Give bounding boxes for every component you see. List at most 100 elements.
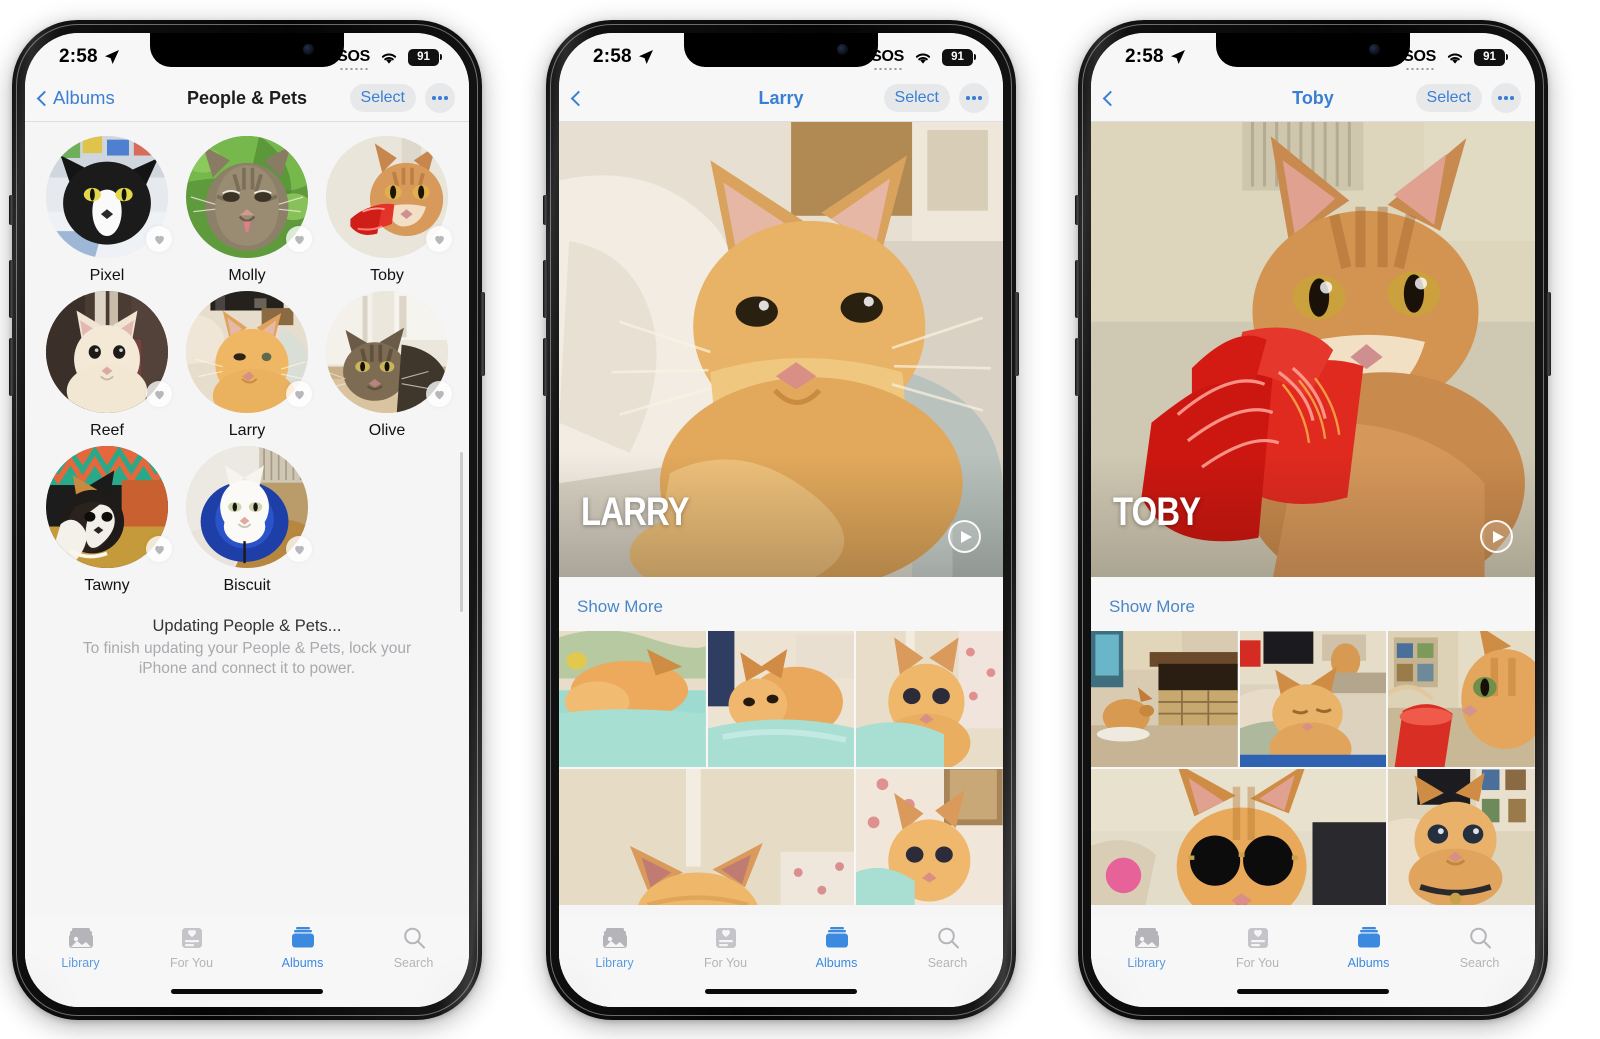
pet-item-larry[interactable]: Larry: [177, 291, 317, 440]
pet-name: Reef: [90, 422, 124, 439]
show-more-link[interactable]: Show More: [577, 597, 663, 616]
tab-label: For You: [1235, 956, 1280, 970]
more-options-button[interactable]: [425, 83, 455, 113]
scroll-indicator[interactable]: [459, 452, 463, 612]
photo-thumbnail[interactable]: [1091, 631, 1238, 767]
avatar-wrap: [46, 136, 172, 258]
status-time: 2:58: [1125, 46, 1164, 67]
tab-label: Library: [595, 956, 634, 970]
nav-actions: Select: [1415, 83, 1521, 113]
photo-thumbnail[interactable]: [1388, 631, 1535, 767]
volume-down-button[interactable]: [9, 338, 14, 396]
tab-library[interactable]: Library: [1091, 925, 1202, 970]
volume-up-button[interactable]: [543, 260, 548, 318]
grid-spacer: [317, 446, 457, 595]
pet-item-tawny[interactable]: Tawny: [37, 446, 177, 595]
pet-item-reef[interactable]: Reef: [37, 291, 177, 440]
tab-search[interactable]: Search: [1424, 925, 1535, 970]
photo-thumbnail[interactable]: [559, 769, 855, 905]
tab-library[interactable]: Library: [559, 925, 670, 970]
larry-body: LARRY Show More Library For You Albums S…: [559, 122, 1003, 1007]
back-button[interactable]: [570, 90, 587, 106]
more-options-button[interactable]: [1491, 83, 1521, 113]
tab-albums[interactable]: Albums: [1313, 925, 1424, 970]
power-button[interactable]: [1014, 292, 1019, 376]
volume-down-button[interactable]: [543, 338, 548, 396]
select-button[interactable]: Select: [883, 84, 950, 112]
tab-label: Search: [927, 956, 968, 970]
hero-photo[interactable]: LARRY: [559, 122, 1003, 577]
avatar-wrap: [186, 291, 312, 413]
favorite-badge[interactable]: [146, 381, 172, 407]
volume-up-button[interactable]: [9, 260, 14, 318]
back-button[interactable]: Albums: [36, 87, 115, 109]
power-button[interactable]: [1546, 292, 1551, 376]
front-camera-icon: [837, 44, 848, 55]
play-button[interactable]: [948, 520, 981, 553]
tab-for-you[interactable]: For You: [136, 925, 247, 970]
tab-albums[interactable]: Albums: [247, 925, 358, 970]
photo-thumbnail[interactable]: [1091, 769, 1387, 905]
nav-bar: Albums People & Pets Select: [25, 75, 469, 122]
dot-icon: [1504, 96, 1508, 100]
power-button[interactable]: [480, 292, 485, 376]
mute-switch[interactable]: [9, 195, 14, 225]
back-button[interactable]: [1102, 90, 1119, 106]
pet-item-olive[interactable]: Olive: [317, 291, 457, 440]
show-more-link[interactable]: Show More: [1109, 597, 1195, 616]
status-bar-left: 2:58: [593, 46, 654, 68]
dot-icon: [438, 96, 442, 100]
photo-thumbnail[interactable]: [856, 631, 1003, 767]
mute-switch[interactable]: [543, 195, 548, 225]
favorite-badge[interactable]: [146, 226, 172, 252]
pet-name: Biscuit: [223, 577, 271, 594]
pet-item-toby[interactable]: Toby: [317, 136, 457, 285]
pet-name: Tawny: [84, 577, 130, 594]
volume-down-button[interactable]: [1075, 338, 1080, 396]
play-button[interactable]: [1480, 520, 1513, 553]
dot-icon: [966, 96, 970, 100]
home-indicator[interactable]: [705, 988, 857, 994]
tab-label: Albums: [1347, 956, 1390, 970]
more-options-button[interactable]: [959, 83, 989, 113]
for-you-card-icon: [714, 925, 738, 951]
location-arrow-icon: [638, 50, 653, 64]
tab-albums[interactable]: Albums: [781, 925, 892, 970]
volume-up-button[interactable]: [1075, 260, 1080, 318]
tab-library[interactable]: Library: [25, 925, 136, 970]
home-indicator[interactable]: [1237, 988, 1389, 994]
favorite-badge[interactable]: [286, 536, 312, 562]
mute-switch[interactable]: [1075, 195, 1080, 225]
favorite-badge[interactable]: [426, 381, 452, 407]
select-button[interactable]: Select: [1415, 84, 1482, 112]
location-arrow-icon: [104, 50, 119, 64]
tab-search[interactable]: Search: [358, 925, 469, 970]
favorite-badge[interactable]: [286, 381, 312, 407]
front-camera-icon: [303, 44, 314, 55]
favorite-badge[interactable]: [146, 536, 172, 562]
hero-photo[interactable]: TOBY: [1091, 122, 1535, 577]
favorite-badge[interactable]: [286, 226, 312, 252]
dot-icon: [432, 96, 436, 100]
battery-indicator: 91: [1474, 48, 1508, 66]
phone-device-3: 2:58 SOS 91 Toby Select TOBY Show More L…: [1075, 20, 1551, 1020]
select-button[interactable]: Select: [349, 84, 416, 112]
photo-thumbnail[interactable]: [707, 631, 855, 767]
photo-thumbnail[interactable]: [1239, 631, 1387, 767]
tab-for-you[interactable]: For You: [670, 925, 781, 970]
for-you-card-icon: [180, 925, 204, 951]
photo-thumbnail[interactable]: [1388, 769, 1535, 905]
tab-for-you[interactable]: For You: [1202, 925, 1313, 970]
home-indicator[interactable]: [171, 988, 323, 994]
tab-search[interactable]: Search: [892, 925, 1003, 970]
pet-item-biscuit[interactable]: Biscuit: [177, 446, 317, 595]
show-more-bar: Show More: [1091, 577, 1535, 631]
favorite-badge[interactable]: [426, 226, 452, 252]
photo-thumbnail[interactable]: [856, 769, 1003, 905]
photo-thumbnail[interactable]: [559, 631, 706, 767]
avatar-wrap: [46, 291, 172, 413]
pet-item-pixel[interactable]: Pixel: [37, 136, 177, 285]
pet-item-molly[interactable]: Molly: [177, 136, 317, 285]
photo-stack-icon: [1134, 925, 1160, 951]
dot-icon: [972, 96, 976, 100]
